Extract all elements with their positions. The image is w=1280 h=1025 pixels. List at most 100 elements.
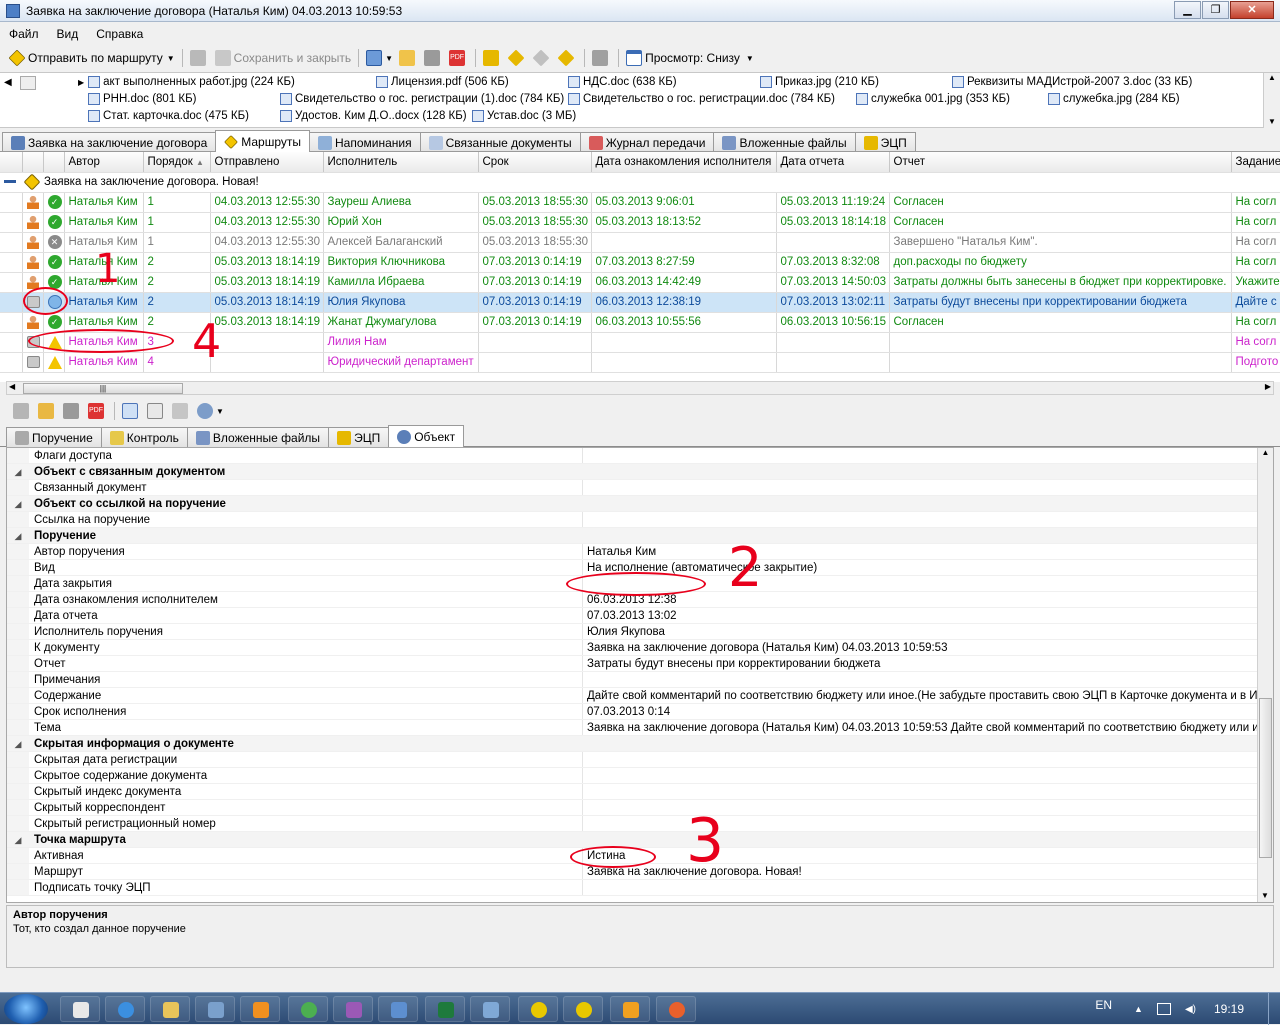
property-value[interactable] [583,800,1273,815]
taskbar-app-player[interactable] [240,996,280,1022]
property-value[interactable] [583,752,1273,767]
attachment-item[interactable]: Реквизиты МАДИстрой-2007 3.doc (33 КБ) [952,76,1192,88]
property-value[interactable]: На исполнение (автоматическое закрытие) [583,560,1273,575]
detail-save-button[interactable] [10,401,35,421]
tab-request[interactable]: Заявка на заключение договора [2,132,217,152]
close-button[interactable]: ✕ [1230,1,1274,19]
detail-edit-button[interactable] [35,401,60,421]
property-value[interactable]: Наталья Ким [583,544,1273,559]
attachment-item[interactable]: служебка.jpg (284 КБ) [1048,93,1180,105]
property-value[interactable] [583,672,1273,687]
property-row[interactable]: Активная Истина [7,848,1273,864]
attachment-item[interactable]: Приказ.jpg (210 КБ) [760,76,879,88]
route-search-button[interactable] [555,48,580,68]
row-expander[interactable] [0,212,23,233]
property-value[interactable] [583,768,1273,783]
properties-settings-button[interactable]: ▼ [194,401,227,421]
property-category[interactable]: ◢ Объект с связанным документом [7,464,1273,480]
attachment-item[interactable]: Лицензия.pdf (506 КБ) [376,76,509,88]
attachment-item[interactable]: РНН.doc (801 КБ) [88,93,197,105]
property-row[interactable]: Тема Заявка на заключение договора (Натал… [7,720,1273,736]
tab-routes[interactable]: Маршруты [215,130,311,152]
chevron-down-icon[interactable]: ▼ [1258,891,1272,900]
attachment-item[interactable]: Удостов. Ким Д.О..docx (128 КБ) [280,110,467,122]
col-order[interactable]: Порядок ▲ [143,152,211,173]
undo-button[interactable] [169,401,194,421]
tray-expand-icon[interactable]: ▲ [1134,1004,1143,1014]
tab-eds[interactable]: ЭЦП [854,132,916,152]
property-value[interactable] [583,512,1273,527]
language-indicator[interactable]: EN [1095,998,1112,1012]
collapse-icon[interactable]: ◢ [7,496,29,511]
taskbar-app-explorer[interactable] [60,996,100,1022]
property-value[interactable]: Заявка на заключение договора (Наталья К… [583,640,1273,655]
property-category[interactable]: ◢ Скрытая информация о документе [7,736,1273,752]
attachments-scrollbar[interactable]: ▲ ▼ [1263,73,1280,128]
alphabetical-sort-button[interactable] [144,401,169,421]
network-icon[interactable] [1156,1003,1171,1015]
row-expander[interactable] [0,252,23,273]
property-value[interactable]: Заявка на заключение договора. Новая! [583,864,1273,879]
menu-file[interactable]: Файл [0,27,48,41]
property-value[interactable]: 07.03.2013 0:14 [583,704,1273,719]
chevron-down-icon[interactable]: ▼ [746,54,754,63]
col-icon[interactable] [22,152,44,173]
print-button[interactable] [421,48,446,68]
chevron-right-icon[interactable]: ▶ [1265,382,1271,391]
collapse-icon[interactable]: ◢ [7,528,29,543]
taskbar-app-firefox[interactable] [656,996,696,1022]
show-desktop-button[interactable] [1268,993,1280,1025]
property-value[interactable]: Юлия Якупова [583,624,1273,639]
property-value[interactable]: Заявка на заключение договора (Наталья К… [583,720,1273,735]
send-route-button[interactable]: Отправить по маршруту ▼ [6,48,178,68]
taskbar-app-media[interactable] [195,996,235,1022]
property-row[interactable]: Маршрут Заявка на заключение договора. Но… [7,864,1273,880]
chevron-down-icon[interactable]: ▼ [1264,117,1280,126]
table-row[interactable]: ✓ Наталья Ким 2 05.03.2013 18:14:19 Виктория… [0,252,1280,273]
categorized-view-button[interactable] [119,401,144,421]
row-expander[interactable] [0,292,23,313]
taskbar-app-app7[interactable] [333,996,373,1022]
taskbar-app-outlook[interactable] [610,996,650,1022]
property-row[interactable]: Исполнитель поручения Юлия Якупова [7,624,1273,640]
col-status[interactable] [43,152,65,173]
tab-object[interactable]: Объект [388,425,465,447]
property-value[interactable]: 07.03.2013 13:02 [583,608,1273,623]
history-button[interactable] [589,48,614,68]
property-value[interactable]: 06.03.2013 12:38 [583,592,1273,607]
row-expander[interactable] [0,192,23,213]
col-report-date[interactable]: Дата отчета [776,152,890,173]
property-vertical-scrollbar[interactable]: ▲ ▼ [1257,448,1273,902]
tab-control[interactable]: Контроль [100,427,188,447]
property-row[interactable]: Дата ознакомления исполнителем 06.03.2013… [7,592,1273,608]
save-close-button[interactable]: Сохранить и закрыть [212,48,354,68]
property-row[interactable]: Скрытое содержание документа [7,768,1273,784]
table-row[interactable]: ✓ Наталья Ким 2 05.03.2013 18:14:19 Камилла … [0,272,1280,293]
table-row[interactable]: Наталья Ким 3 Лилия Нам На согл [0,332,1280,353]
property-row[interactable]: Флаги доступа [7,448,1273,464]
row-expander[interactable] [0,332,23,353]
property-value[interactable] [583,448,1273,463]
view-mode-dropdown[interactable]: Просмотр: Снизу ▼ [623,48,757,68]
tab-transfer-log[interactable]: Журнал передачи [579,132,715,152]
col-executor[interactable]: Исполнитель [323,152,479,173]
property-row[interactable]: Содержание Дайте свой комментарий по соот… [7,688,1273,704]
table-row[interactable]: ✕ Наталья Ким 1 04.03.2013 12:55:30 Алексей … [0,232,1280,253]
property-row[interactable]: Дата отчета 07.03.2013 13:02 [7,608,1273,624]
taskbar-app-calc[interactable] [470,996,510,1022]
scroll-thumb[interactable]: ||| [23,383,183,394]
col-sent[interactable]: Отправлено [210,152,324,173]
volume-icon[interactable]: ◀) [1185,1004,1196,1015]
pdf-button[interactable]: PDF [446,48,471,68]
collapse-icon[interactable]: ◢ [7,464,29,479]
tab-assignment[interactable]: Поручение [6,427,102,447]
col-report[interactable]: Отчет [889,152,1232,173]
attachment-item[interactable]: служебка 001.jpg (353 КБ) [856,93,1010,105]
table-row[interactable]: ✓ Наталья Ким 1 04.03.2013 12:55:30 Юрий Хон… [0,212,1280,233]
property-category[interactable]: ◢ Поручение [7,528,1273,544]
menu-help[interactable]: Справка [87,27,152,41]
property-row[interactable]: Скрытый индекс документа [7,784,1273,800]
taskbar-app-ie[interactable] [105,996,145,1022]
attachment-item[interactable]: Свидетельство о гос. регистрации (1).doc… [280,93,564,105]
tab-attached-files[interactable]: Вложенные файлы [713,132,856,152]
